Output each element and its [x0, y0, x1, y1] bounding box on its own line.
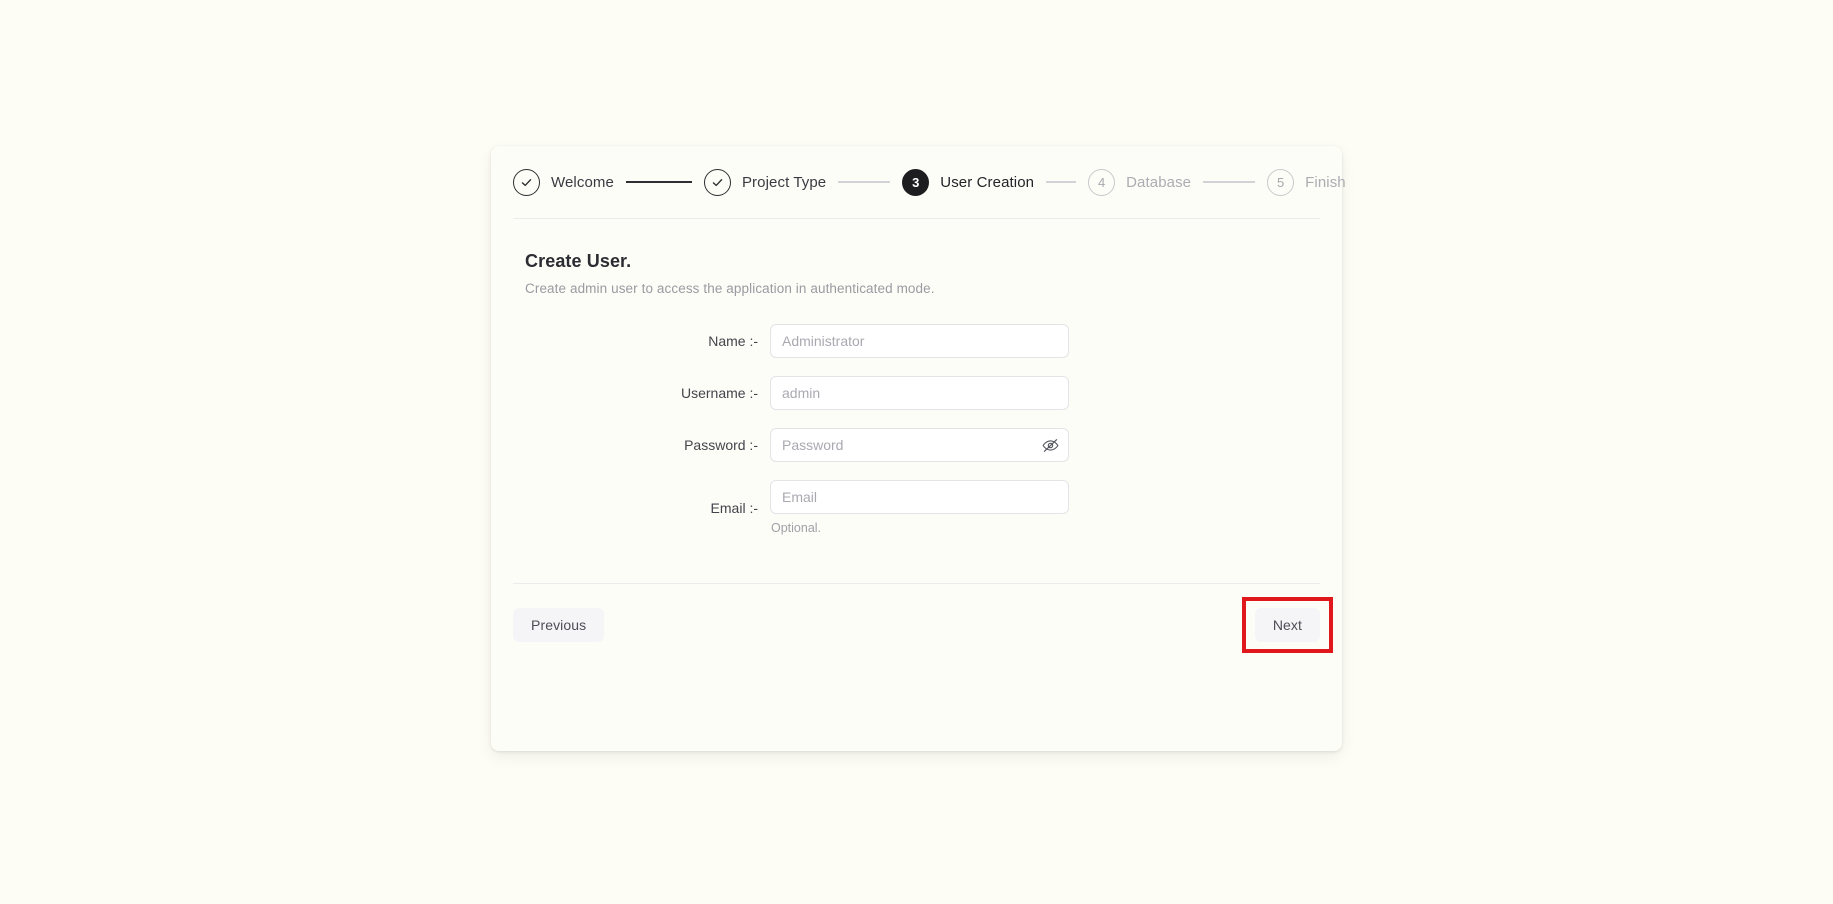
wizard-stepper: Welcome Project Type 3 User Creation 4 D…: [491, 146, 1346, 218]
setup-wizard-card: Welcome Project Type 3 User Creation 4 D…: [491, 146, 1346, 751]
step-connector-2: [838, 181, 891, 183]
next-button-wrapper: Next: [1241, 597, 1333, 653]
password-input[interactable]: [770, 428, 1069, 462]
name-label: Name :-: [708, 333, 758, 349]
username-field-wrap: [770, 376, 1069, 410]
step-connector-4: [1203, 181, 1256, 183]
form-row-name: Name :-: [513, 324, 1320, 358]
step-connector-1: [625, 181, 692, 183]
step-database[interactable]: 4 Database: [1088, 168, 1192, 196]
step-project-type[interactable]: Project Type: [703, 168, 827, 196]
wizard-footer: Previous Next: [491, 584, 1342, 666]
step-database-label: Database: [1126, 173, 1192, 191]
step-user-creation[interactable]: 3 User Creation: [902, 168, 1035, 196]
page-title: Create User.: [525, 251, 632, 271]
step-user-creation-circle: 3: [902, 168, 930, 196]
wizard-body: Create User. Create admin user to access…: [491, 219, 1342, 583]
next-button[interactable]: Next: [1254, 608, 1320, 642]
username-label: Username :-: [680, 385, 758, 401]
step-welcome[interactable]: Welcome: [513, 168, 614, 196]
form-row-username: Username :-: [513, 376, 1320, 410]
step-user-creation-label: User Creation: [940, 173, 1035, 191]
name-input[interactable]: [770, 324, 1069, 358]
email-input[interactable]: [770, 480, 1069, 514]
email-field-wrap: Optional.: [770, 480, 1069, 535]
step-welcome-label: Welcome: [551, 173, 614, 191]
step-project-type-label: Project Type: [741, 173, 827, 191]
form-row-email: Email :- Optional.: [513, 480, 1320, 535]
check-icon: [711, 176, 724, 189]
form-bottom-spacer: [513, 535, 1320, 583]
password-label: Password :-: [684, 437, 758, 453]
eye-slash-icon[interactable]: [1040, 435, 1060, 455]
step-database-circle: 4: [1088, 168, 1116, 196]
username-input[interactable]: [770, 376, 1069, 410]
previous-button[interactable]: Previous: [513, 608, 605, 642]
step-finish-label: Finish: [1305, 173, 1346, 191]
step-connector-3: [1046, 181, 1077, 183]
name-field-wrap: [770, 324, 1069, 358]
email-optional-hint: Optional.: [771, 521, 822, 535]
page-subtitle: Create admin user to access the applicat…: [525, 281, 935, 296]
password-field-wrap: [770, 428, 1069, 462]
step-welcome-circle: [513, 168, 540, 196]
step-finish[interactable]: 5 Finish: [1267, 168, 1346, 196]
step-project-type-circle: [703, 168, 731, 196]
email-label: Email :-: [710, 499, 758, 516]
step-finish-circle: 5: [1267, 168, 1295, 196]
create-user-form: Name :- Username :- Password :-: [513, 324, 1320, 535]
app-root: Welcome Project Type 3 User Creation 4 D…: [0, 0, 1833, 904]
form-row-password: Password :-: [513, 428, 1320, 462]
check-icon: [520, 176, 533, 189]
